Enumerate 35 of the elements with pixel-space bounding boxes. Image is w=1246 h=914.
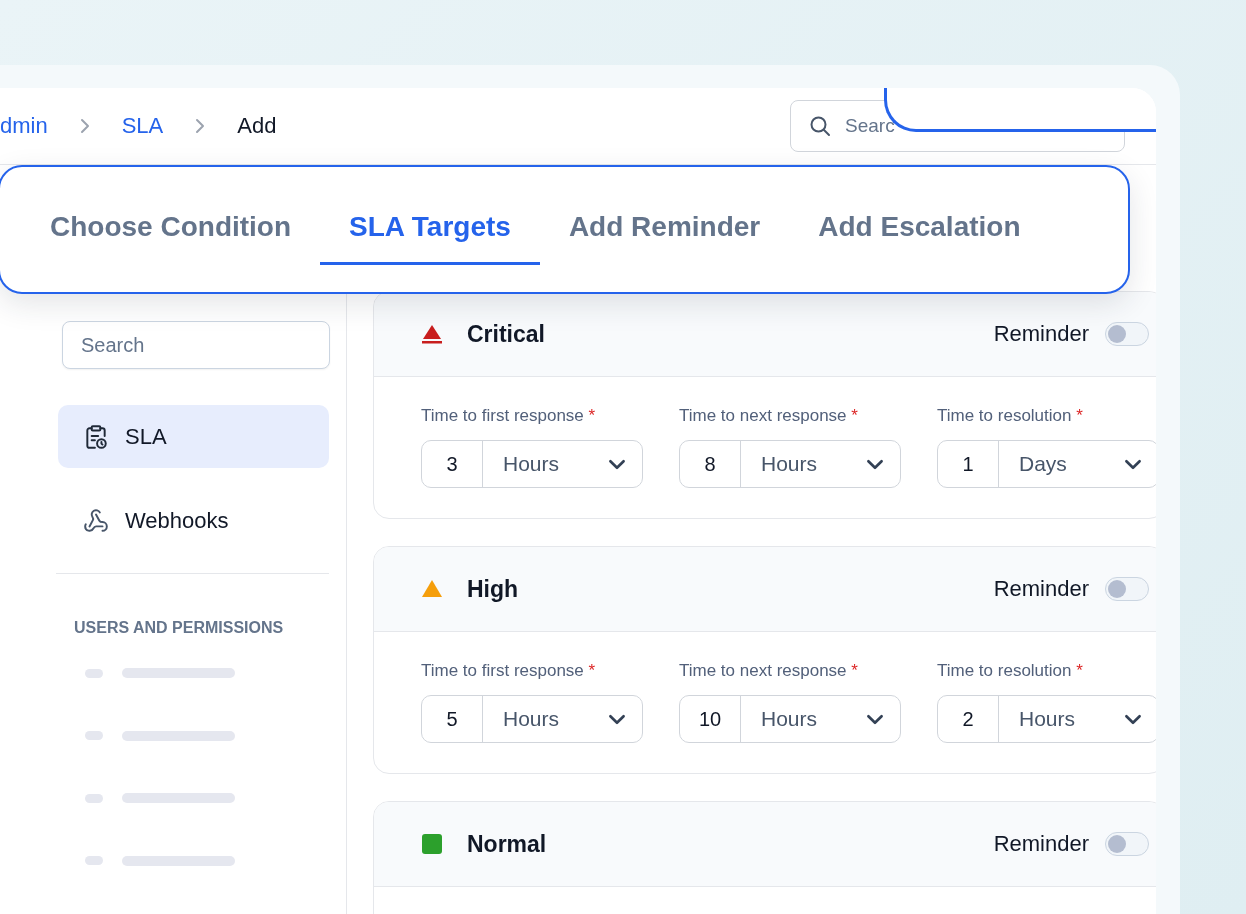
field-label: Time to resolution *: [937, 661, 1084, 681]
sidebar-item[interactable]: SLA: [58, 405, 329, 468]
reminder-toggle[interactable]: [1105, 322, 1149, 346]
tab[interactable]: Add Escalation: [789, 167, 1050, 265]
chevron-right-icon: [79, 118, 90, 134]
breadcrumb-link[interactable]: SLA: [121, 113, 164, 139]
field-label: Time to next response *: [679, 661, 859, 681]
skeleton-icon: [85, 856, 103, 866]
clipboard-clock-icon: [83, 423, 109, 450]
webhook-icon: [83, 507, 109, 534]
field-label: Time to first response *: [421, 661, 597, 681]
tab[interactable]: Add Reminder: [539, 167, 790, 265]
breadcrumb-current: Add: [237, 113, 277, 139]
breadcrumb-link[interactable]: dmin: [0, 113, 48, 139]
reminder-toggle[interactable]: [1105, 577, 1149, 601]
priority-name: High: [467, 575, 519, 603]
section-title: USERS AND PERMISSIONS: [74, 619, 285, 637]
chevron-right-icon: [195, 118, 206, 134]
field-label: Time to resolution *: [937, 406, 1084, 426]
skeleton-icon: [85, 731, 103, 741]
sidebar-item[interactable]: Webhooks: [58, 489, 329, 552]
tab[interactable]: Choose Condition: [21, 167, 321, 265]
priority-name: Critical: [467, 320, 545, 348]
reminder-label: Reminder: [993, 576, 1089, 602]
reminder-label: Reminder: [993, 831, 1089, 857]
field-label: Time to next response *: [679, 406, 859, 426]
search-field[interactable]: Search: [62, 321, 330, 369]
skeleton-icon: [85, 793, 103, 803]
reminder-toggle[interactable]: [1105, 832, 1149, 856]
tab[interactable]: SLA Targets: [320, 167, 540, 265]
field-label: Time to first response *: [421, 406, 597, 426]
priority-name: Normal: [467, 830, 547, 858]
search-icon: [808, 114, 832, 138]
reminder-label: Reminder: [993, 321, 1089, 347]
skeleton-icon: [85, 668, 103, 678]
